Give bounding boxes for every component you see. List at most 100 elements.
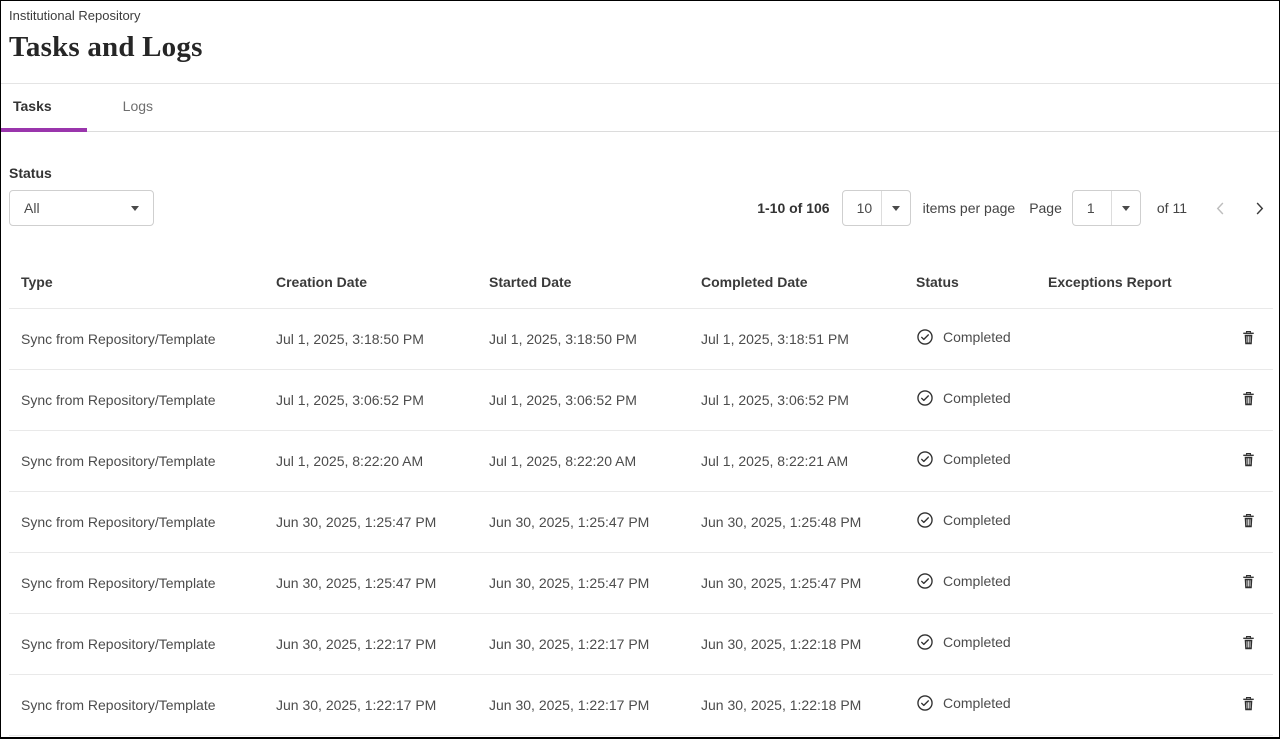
page-count-label: of 11 (1157, 200, 1187, 216)
delete-task-button[interactable] (1238, 510, 1259, 532)
tasks-table: Type Creation Date Started Date Complete… (9, 256, 1273, 739)
task-exceptions-report (1048, 369, 1206, 430)
trash-icon (1240, 518, 1257, 533)
task-exceptions-report (1048, 674, 1206, 735)
chevron-left-icon (1211, 199, 1230, 218)
trash-icon (1240, 335, 1257, 350)
tab-logs[interactable]: Logs (111, 84, 188, 132)
task-completed-date: Jun 30, 2025, 1:22:18 PM (701, 613, 916, 674)
table-row: Sync from Repository/Template Jun 30, 20… (9, 674, 1273, 735)
page-number-select[interactable]: 1 (1072, 190, 1141, 226)
task-actions (1206, 308, 1273, 369)
task-actions (1206, 674, 1273, 735)
tab-tasks[interactable]: Tasks (1, 84, 87, 132)
delete-task-button[interactable] (1238, 693, 1259, 715)
column-header-type: Type (9, 256, 276, 308)
column-header-started-date: Started Date (489, 256, 701, 308)
caret-down-icon (1122, 206, 1130, 211)
tab-bar: Tasks Logs (1, 84, 1279, 132)
task-creation-date: Jun 30, 2025, 1:22:17 PM (276, 735, 489, 739)
page-label: Page (1029, 200, 1062, 216)
table-row: Sync from Repository/Template Jul 1, 202… (9, 430, 1273, 491)
task-started-date: Jul 1, 2025, 8:22:20 AM (489, 430, 701, 491)
trash-icon (1240, 457, 1257, 472)
task-status: Completed (916, 552, 1048, 613)
column-header-creation-date: Creation Date (276, 256, 489, 308)
task-completed-date: Jun 30, 2025, 1:25:48 PM (701, 491, 916, 552)
check-circle-icon (916, 511, 934, 529)
task-exceptions-report (1048, 613, 1206, 674)
task-completed-date: Jun 30, 2025, 1:25:47 PM (701, 552, 916, 613)
task-status: Completed (916, 308, 1048, 369)
task-actions (1206, 491, 1273, 552)
task-status: Completed (916, 613, 1048, 674)
task-started-date: Jun 30, 2025, 1:25:47 PM (489, 552, 701, 613)
task-exceptions-report (1048, 552, 1206, 613)
pagination-range: 1-10 of 106 (757, 200, 829, 216)
task-exceptions-report (1048, 491, 1206, 552)
status-filter-value: All (24, 200, 40, 216)
next-page-button[interactable] (1240, 190, 1271, 226)
trash-icon (1240, 396, 1257, 411)
task-completed-date: Jul 1, 2025, 3:18:51 PM (701, 308, 916, 369)
delete-task-button[interactable] (1238, 571, 1259, 593)
task-status: Completed (916, 491, 1048, 552)
check-circle-icon (916, 694, 934, 712)
task-started-date: Jun 30, 2025, 1:22:17 PM (489, 674, 701, 735)
status-label: Completed (943, 634, 1011, 650)
check-circle-icon (916, 633, 934, 651)
task-table-body: Sync from Repository/Template Jul 1, 202… (9, 308, 1273, 739)
page-size-value: 10 (843, 200, 873, 216)
task-exceptions-report (1048, 308, 1206, 369)
status-label: Completed (943, 512, 1011, 528)
table-row: Sync from Repository/Template Jun 30, 20… (9, 613, 1273, 674)
column-header-completed-date: Completed Date (701, 256, 916, 308)
previous-page-button[interactable] (1201, 190, 1240, 226)
table-header-row: Type Creation Date Started Date Complete… (9, 256, 1273, 308)
task-type: Sync from Repository/Template (9, 674, 276, 735)
breadcrumb: Institutional Repository (9, 7, 1271, 25)
status-label: Completed (943, 390, 1011, 406)
task-started-date: Jun 30, 2025, 1:22:17 PM (489, 613, 701, 674)
task-type: Sync from Repository/Template (9, 613, 276, 674)
controls-row: All 1-10 of 106 10 items per page Page 1… (9, 190, 1271, 226)
status-label: Completed (943, 329, 1011, 345)
page-title: Tasks and Logs (9, 31, 1271, 64)
status-filter-label: Status (9, 165, 1271, 181)
task-exceptions-report (1048, 735, 1206, 739)
status-label: Completed (943, 451, 1011, 467)
check-circle-icon (916, 389, 934, 407)
column-header-status: Status (916, 256, 1048, 308)
page-header: Institutional Repository Tasks and Logs (1, 1, 1279, 84)
page-number-value: 1 (1073, 200, 1103, 216)
task-type: Sync from Repository/Template (9, 491, 276, 552)
task-type: Sync from Repository/Template (9, 552, 276, 613)
caret-down-icon (131, 206, 139, 211)
column-header-exceptions-report: Exceptions Report (1048, 256, 1206, 308)
task-completed-date: Jun 30, 2025, 1:22:18 PM (701, 674, 916, 735)
task-type: Sync from Repository/Template (9, 735, 276, 739)
task-started-date: Jun 30, 2025, 1:22:17 PM (489, 735, 701, 739)
delete-task-button[interactable] (1238, 449, 1259, 471)
delete-task-button[interactable] (1238, 327, 1259, 349)
task-creation-date: Jun 30, 2025, 1:22:17 PM (276, 613, 489, 674)
delete-task-button[interactable] (1238, 632, 1259, 654)
task-creation-date: Jul 1, 2025, 3:06:52 PM (276, 369, 489, 430)
task-creation-date: Jun 30, 2025, 1:25:47 PM (276, 552, 489, 613)
caret-down-icon (892, 206, 900, 211)
delete-task-button[interactable] (1238, 388, 1259, 410)
task-actions (1206, 430, 1273, 491)
task-completed-date: Jul 1, 2025, 3:06:52 PM (701, 369, 916, 430)
task-type: Sync from Repository/Template (9, 430, 276, 491)
items-per-page-label: items per page (923, 200, 1016, 216)
task-actions (1206, 613, 1273, 674)
trash-icon (1240, 640, 1257, 655)
task-creation-date: Jun 30, 2025, 1:22:17 PM (276, 674, 489, 735)
page-size-select[interactable]: 10 (842, 190, 911, 226)
task-completed-date: Jun 30, 2025, 1:22:18 PM (701, 735, 916, 739)
chevron-right-icon (1250, 199, 1269, 218)
check-circle-icon (916, 572, 934, 590)
status-filter-select[interactable]: All (9, 190, 154, 226)
status-label: Completed (943, 695, 1011, 711)
task-completed-date: Jul 1, 2025, 8:22:21 AM (701, 430, 916, 491)
